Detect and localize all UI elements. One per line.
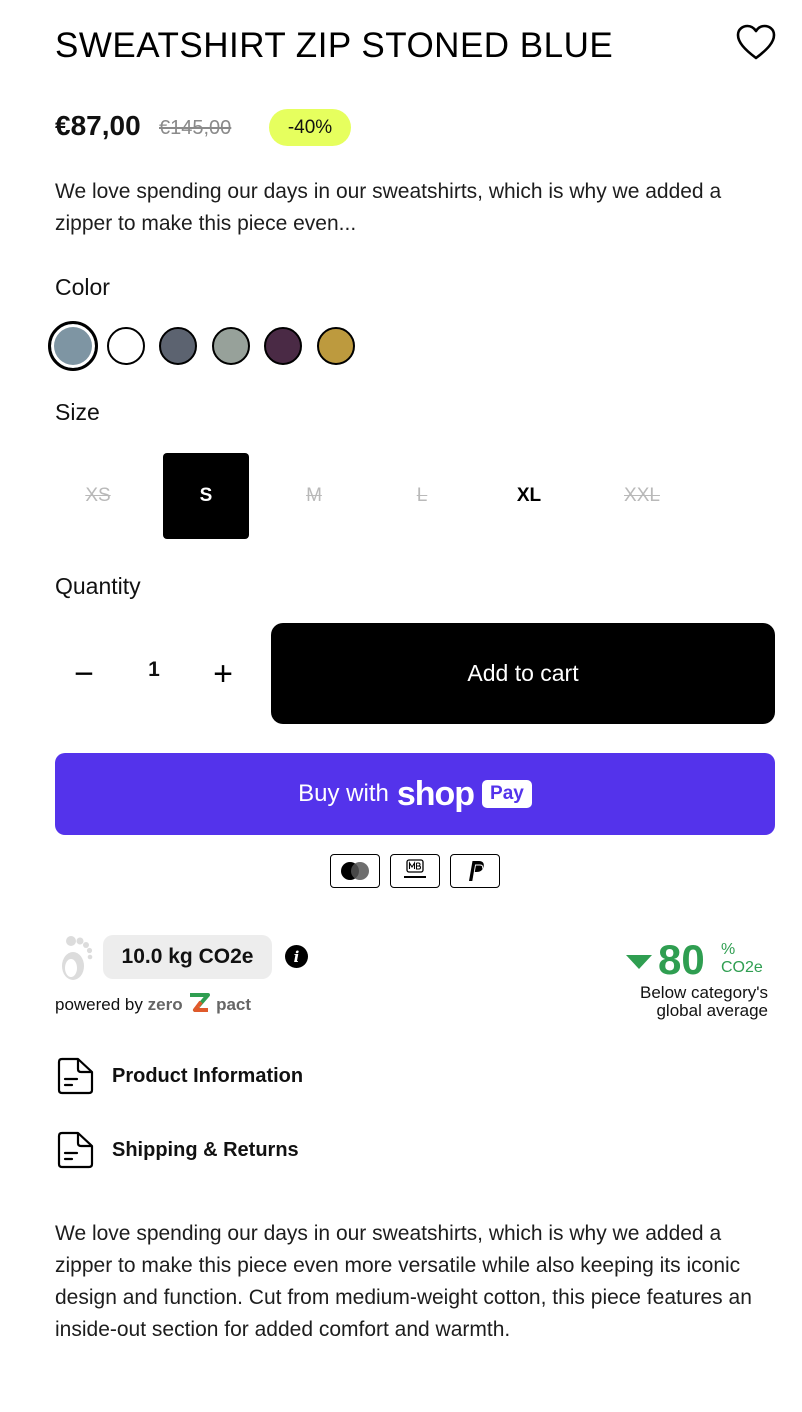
- quantity-decrease-button[interactable]: −: [59, 650, 109, 698]
- document-icon: [55, 1056, 95, 1096]
- size-option-l[interactable]: L: [379, 453, 465, 539]
- color-swatch[interactable]: [264, 327, 302, 365]
- quantity-increase-button[interactable]: +: [198, 650, 248, 698]
- compare-at-price: €145,00: [159, 117, 232, 139]
- size-option-s[interactable]: S: [163, 453, 249, 539]
- buy-with-label: Buy with: [298, 780, 389, 807]
- below-average-line-1: Below category's: [640, 983, 768, 1002]
- powered-by-zeropact[interactable]: powered by zero Z pact: [55, 991, 251, 1015]
- size-option-xs[interactable]: XS: [55, 453, 141, 539]
- accordion-shipping-returns[interactable]: Shipping & Returns: [55, 1130, 299, 1170]
- co2-reduction-unit: % CO2e: [721, 941, 763, 977]
- zeropact-logo-icon: Z: [190, 993, 211, 1012]
- quantity-label: Quantity: [55, 573, 141, 599]
- product-title: SWEATSHIRT ZIP STONED BLUE: [55, 26, 614, 65]
- accordion-label: Shipping & Returns: [112, 1138, 299, 1161]
- zeropact-brand-suffix: pact: [216, 995, 252, 1014]
- size-option-xl[interactable]: XL: [486, 453, 572, 539]
- pay-badge: Pay: [482, 780, 532, 808]
- long-description: We love spending our days in our sweatsh…: [55, 1222, 752, 1341]
- carbon-footprint-value: 10.0 kg CO2e: [103, 935, 272, 979]
- info-icon[interactable]: i: [285, 945, 308, 968]
- color-swatch[interactable]: [48, 321, 98, 371]
- below-average-text: Below category's global average: [590, 984, 768, 1020]
- quantity-value[interactable]: 1: [133, 658, 175, 682]
- accordion-product-information[interactable]: Product Information: [55, 1056, 303, 1096]
- mastercard-icon: [330, 854, 380, 888]
- color-swatch[interactable]: [317, 327, 355, 365]
- down-triangle-icon: [626, 955, 652, 969]
- discount-badge: -40%: [269, 109, 351, 146]
- short-description: We love spending our days in our sweatsh…: [55, 180, 722, 235]
- percent-unit: %: [721, 941, 736, 958]
- zeropact-brand: zero: [147, 995, 183, 1014]
- color-label: Color: [55, 274, 110, 300]
- footprint-icon: [56, 933, 94, 983]
- accordion-label: Product Information: [112, 1064, 304, 1087]
- color-swatch[interactable]: [159, 327, 197, 365]
- document-icon: [55, 1130, 95, 1170]
- sale-price: €87,00: [55, 110, 141, 141]
- color-swatch[interactable]: [107, 327, 145, 365]
- buy-with-shop-pay-button[interactable]: Buy with shop Pay: [55, 753, 775, 835]
- wishlist-heart-icon[interactable]: [736, 24, 776, 62]
- multibanco-icon: [390, 854, 440, 888]
- powered-by-label: powered by: [55, 995, 143, 1014]
- add-to-cart-button[interactable]: Add to cart: [271, 623, 775, 724]
- co2-reduction-percent: 80: [658, 936, 705, 983]
- color-swatch[interactable]: [212, 327, 250, 365]
- size-option-m[interactable]: M: [271, 453, 357, 539]
- size-option-xxl[interactable]: XXL: [599, 453, 685, 539]
- co2e-unit: CO2e: [721, 959, 763, 976]
- shop-wordmark: shop: [396, 774, 475, 813]
- paypal-icon: [450, 854, 500, 888]
- size-label: Size: [55, 399, 100, 425]
- below-average-line-2: global average: [656, 1001, 768, 1020]
